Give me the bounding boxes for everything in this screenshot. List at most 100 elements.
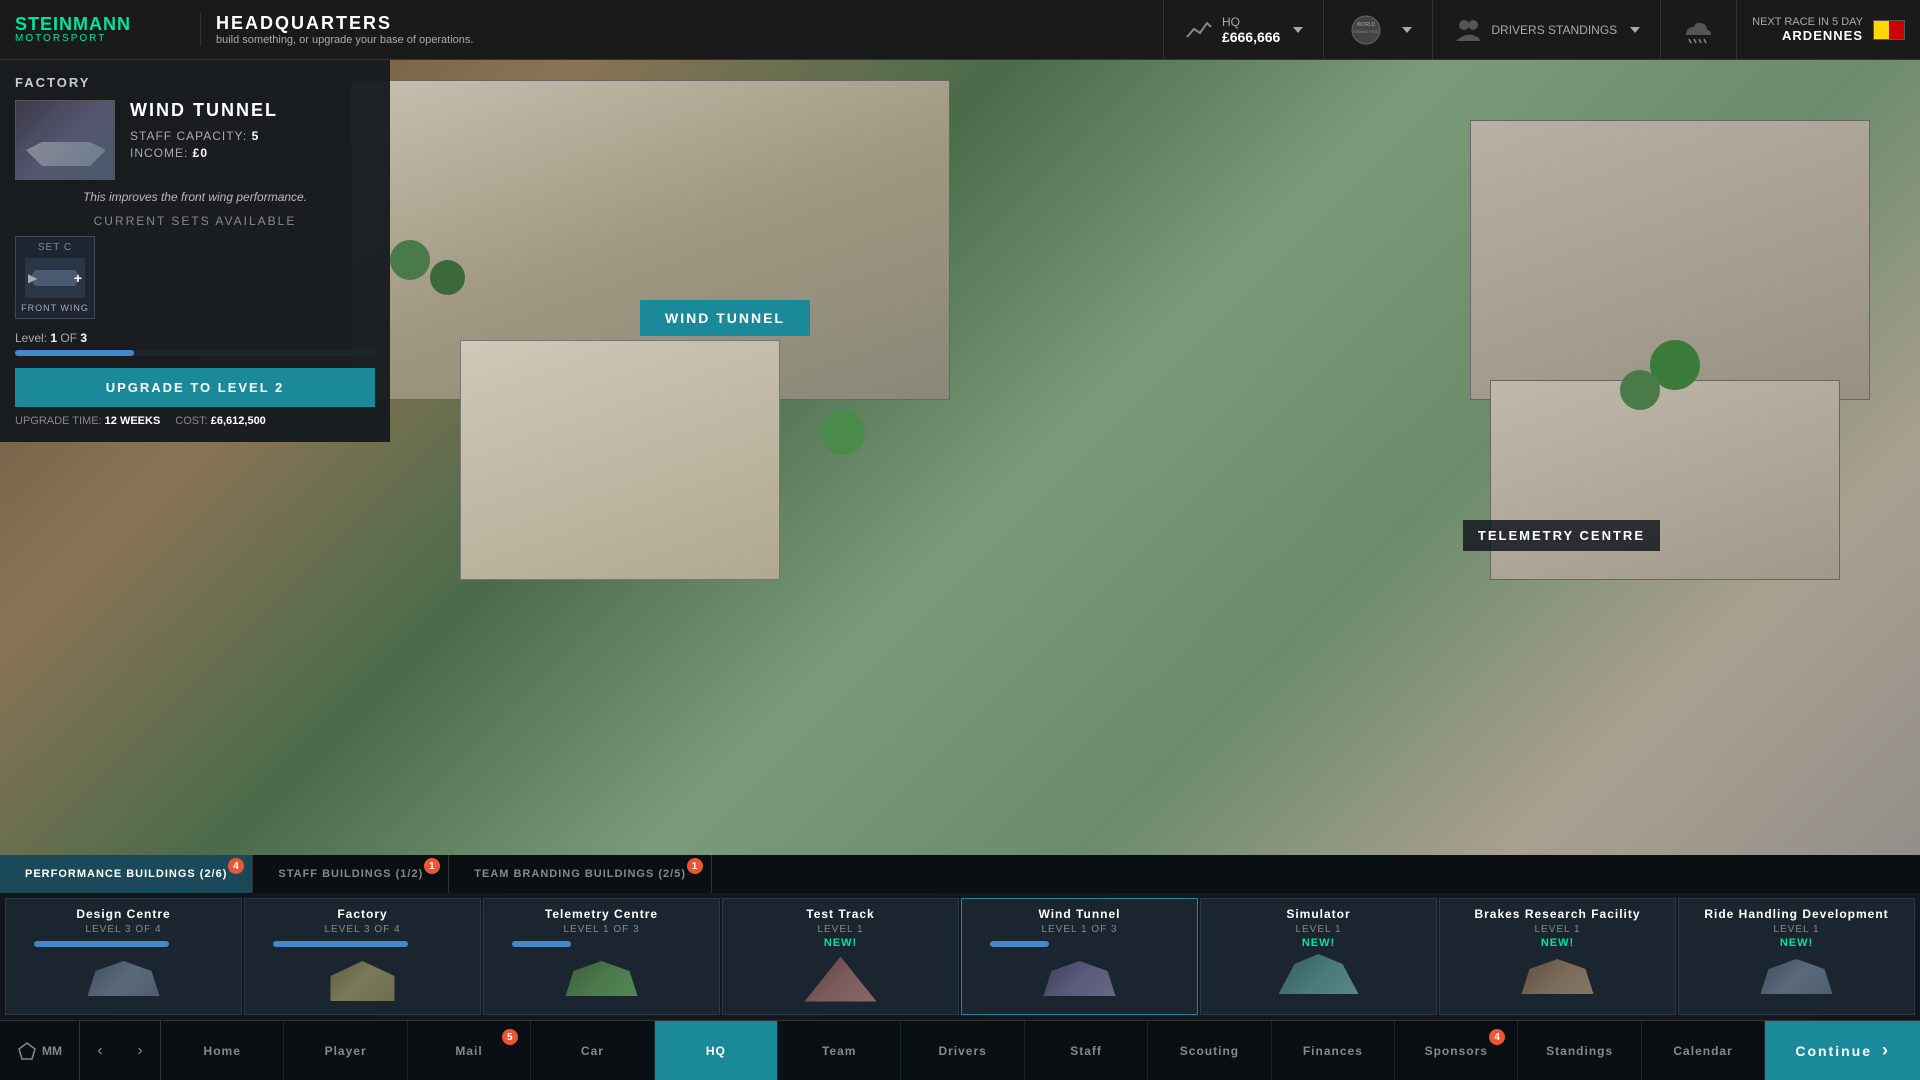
logo-area: STEINMANN MOTORSPORT [0,15,200,44]
tab-performance-label: PERFORMANCE BUILDINGS (2/6) [25,868,227,880]
brakes-level: LEVEL 1 [1534,924,1580,935]
building-card-ride-handling[interactable]: Ride Handling Development LEVEL 1 NEW! [1678,898,1915,1015]
brakes-name: Brakes Research Facility [1474,907,1640,921]
continue-label: Continue [1795,1043,1872,1059]
wind-tunnel-bar [990,941,1170,947]
nav-item-hq[interactable]: HQ [655,1021,778,1080]
tab-staff-badge: 1 [424,858,440,874]
tree-3 [820,410,865,455]
nav-scouting-label: Scouting [1180,1044,1239,1058]
income-value: £0 [193,146,208,160]
nav-standings-label: Standings [1546,1044,1613,1058]
panel-header: WIND TUNNEL STAFF CAPACITY: 5 INCOME: £0 [15,100,375,180]
staff-capacity-value: 5 [252,129,260,143]
top-bar: STEINMANN MOTORSPORT HEADQUARTERS build … [0,0,1920,60]
simulator-new: NEW! [1302,937,1335,949]
drivers-section[interactable]: DRIVERS STANDINGS [1432,0,1660,59]
nav-logo-icon [17,1041,37,1061]
nav-item-standings[interactable]: Standings [1518,1021,1641,1080]
simulator-thumb-img [1279,954,1359,1004]
nav-item-mail[interactable]: Mail 5 [408,1021,531,1080]
simulator-name: Simulator [1286,907,1350,921]
weather-section[interactable] [1660,0,1736,59]
nav-home-label: Home [204,1044,241,1058]
nav-item-staff[interactable]: Staff [1025,1021,1148,1080]
wing-shape [30,268,80,288]
nav-item-finances[interactable]: Finances [1272,1021,1395,1080]
world-icon: WORLD GRAND PRIX [1344,12,1389,47]
wind-tunnel-building [460,340,780,580]
world-section[interactable]: WORLD GRAND PRIX [1323,0,1432,59]
building-card-telemetry[interactable]: Telemetry Centre LEVEL 1 OF 3 [483,898,720,1015]
factory-level: LEVEL 3 OF 4 [324,924,400,935]
nav-item-calendar[interactable]: Calendar [1642,1021,1765,1080]
world-chevron [1402,27,1412,33]
building-card-wind-tunnel[interactable]: Wind Tunnel LEVEL 1 OF 3 [961,898,1198,1015]
flag-icon [1873,20,1905,40]
hq-title: HEADQUARTERS [216,13,473,34]
telemetry-bar [512,941,692,947]
set-part-name: FRONT WING [21,303,89,313]
level-progress-bg [15,350,375,356]
hq-value: £666,666 [1222,29,1280,45]
hq-label: HQ [1222,15,1280,29]
test-track-thumb [801,954,881,1004]
factory-name: Factory [337,907,387,921]
set-card[interactable]: SET C ▶ + FRONT WING [15,236,95,319]
nav-staff-label: Staff [1070,1044,1102,1058]
nav-item-team[interactable]: Team [778,1021,901,1080]
tab-staff-buildings[interactable]: STAFF BUILDINGS (1/2) 1 [253,855,449,893]
nav-mail-label: Mail [455,1044,482,1058]
tab-performance-buildings[interactable]: PERFORMANCE BUILDINGS (2/6) 4 [0,855,253,893]
staff-capacity-stat: STAFF CAPACITY: 5 [130,129,278,143]
telemetry-name: Telemetry Centre [545,907,658,921]
svg-text:GRAND PRIX: GRAND PRIX [1354,29,1379,34]
continue-button[interactable]: Continue › [1765,1021,1920,1080]
brakes-thumb [1518,954,1598,1004]
nav-calendar-label: Calendar [1673,1044,1732,1058]
tab-staff-label: STAFF BUILDINGS (1/2) [278,868,423,880]
nav-next-arrow[interactable]: › [120,1021,160,1080]
next-race-location: ARDENNES [1752,28,1863,43]
tab-performance-badge: 4 [228,858,244,874]
factory-thumb-img [323,956,403,1006]
ride-handling-thumb-img [1757,954,1837,1004]
design-centre-bar [34,941,214,947]
nav-prev-arrow[interactable]: ‹ [80,1021,120,1080]
test-track-thumb-img [801,954,881,1004]
building-thumbnail [15,100,115,180]
wind-tunnel-level: LEVEL 1 OF 3 [1041,924,1117,935]
logo-sub: MOTORSPORT [15,33,185,44]
upgrade-button[interactable]: UPGRADE TO LEVEL 2 [15,368,375,407]
nav-sponsors-badge: 4 [1489,1029,1505,1045]
design-centre-thumb-img [84,956,164,1006]
level-progress-fill [15,350,134,356]
nav-item-scouting[interactable]: Scouting [1148,1021,1271,1080]
hq-money-section[interactable]: HQ £666,666 [1163,0,1323,59]
nav-item-sponsors[interactable]: Sponsors 4 [1395,1021,1518,1080]
building-card-factory[interactable]: Factory LEVEL 3 OF 4 [244,898,481,1015]
current-sets-title: CURRENT SETS AVAILABLE [15,214,375,228]
panel-building-name: WIND TUNNEL [130,100,278,121]
tab-branding-buildings[interactable]: TEAM BRANDING BUILDINGS (2/5) 1 [449,855,712,893]
building-card-simulator[interactable]: Simulator LEVEL 1 NEW! [1200,898,1437,1015]
building-card-test-track[interactable]: Test Track LEVEL 1 NEW! [722,898,959,1015]
tree-1 [390,240,430,280]
nav-item-home[interactable]: Home [161,1021,284,1080]
telemetry-level: LEVEL 1 OF 3 [563,924,639,935]
nav-item-player[interactable]: Player [284,1021,407,1080]
telemetry-thumb [562,956,642,1006]
next-race-label: NEXT RACE IN 5 DAY [1752,16,1863,28]
level-current: 1 [50,331,57,345]
nav-logo-text: MM [42,1044,62,1058]
factory-section-label: FACTORY [15,75,375,90]
hq-title-area: HEADQUARTERS build something, or upgrade… [200,13,488,46]
ride-handling-new: NEW! [1780,937,1813,949]
building-card-brakes[interactable]: Brakes Research Facility LEVEL 1 NEW! [1439,898,1676,1015]
building-card-design-centre[interactable]: Design Centre LEVEL 3 OF 4 [5,898,242,1015]
nav-sponsors-label: Sponsors [1425,1044,1488,1058]
nav-item-car[interactable]: Car [531,1021,654,1080]
bottom-nav: MM ‹ › Home Player Mail 5 Car HQ Team Dr… [0,1020,1920,1080]
nav-item-drivers[interactable]: Drivers [901,1021,1024,1080]
play-icon: ▶ [28,271,37,285]
